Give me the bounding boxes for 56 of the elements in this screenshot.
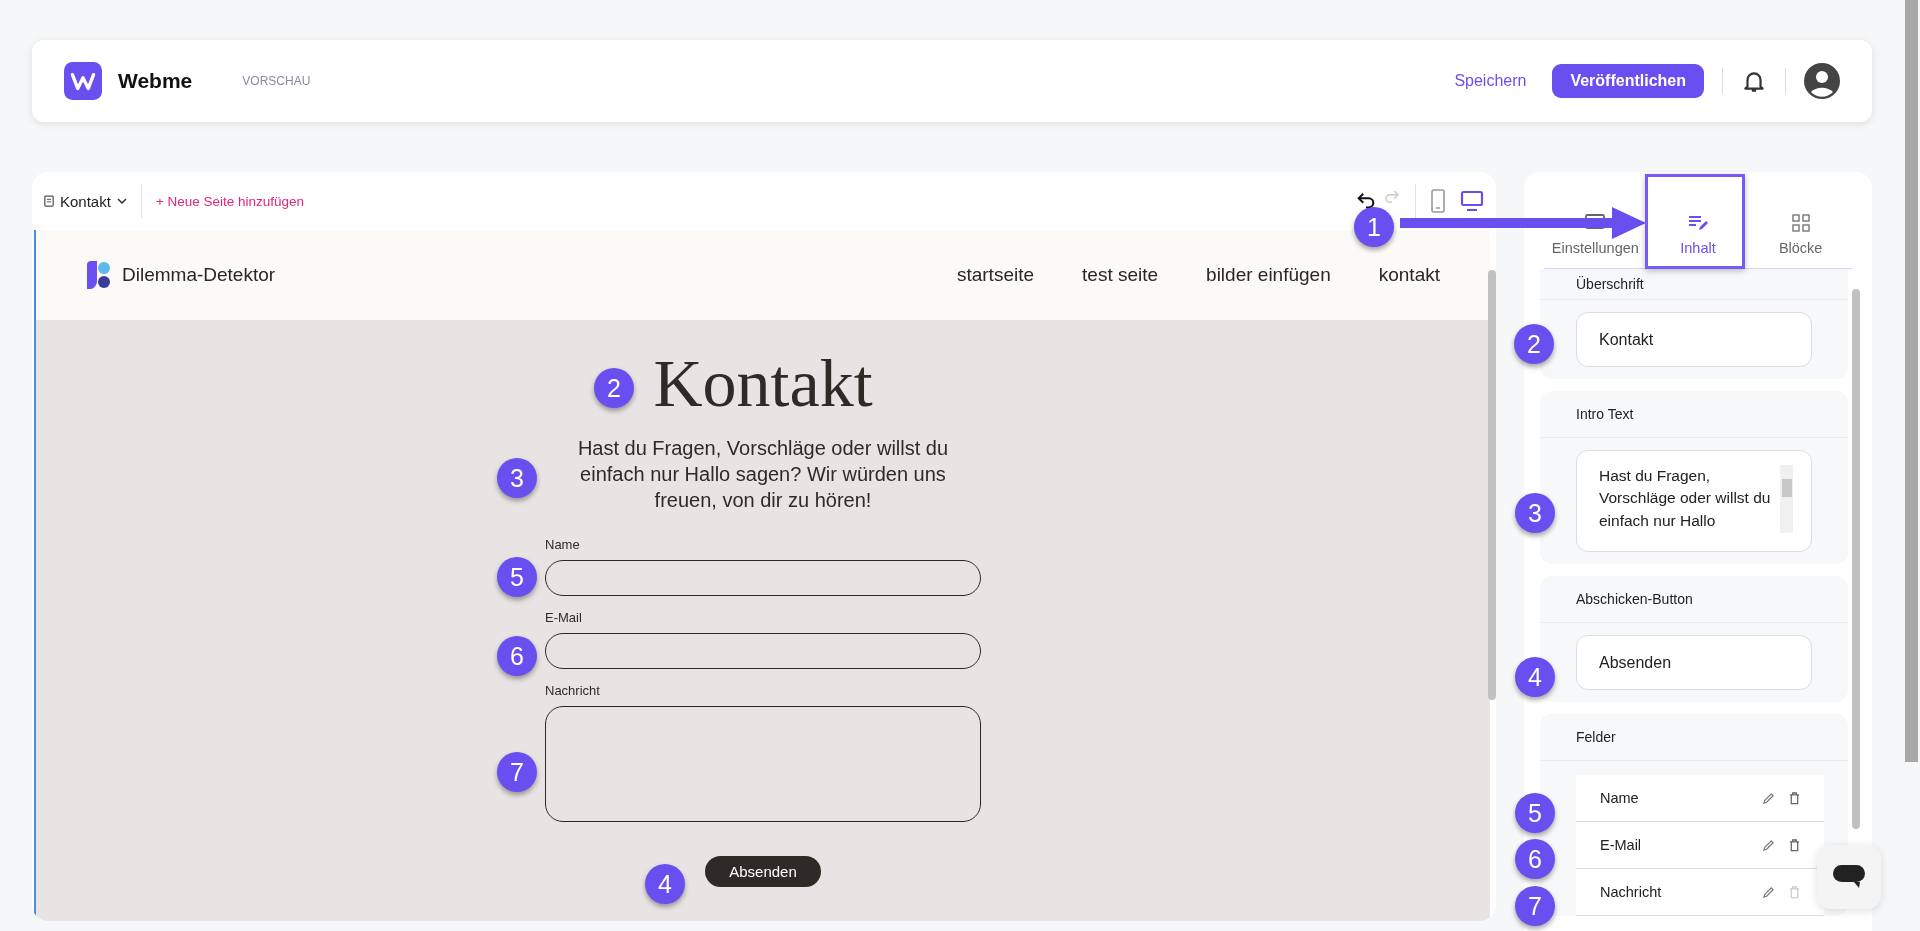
section-title: Abschicken-Button	[1576, 591, 1693, 607]
brand-name: Webme	[118, 69, 193, 93]
section-title: Intro Text	[1576, 406, 1634, 422]
text-field[interactable]	[545, 632, 981, 669]
number-badge: 2	[1514, 324, 1554, 364]
number-badge: 4	[1515, 657, 1555, 697]
text-area[interactable]: Hast du Fragen, Vorschläge oder willst du einfach nur Hallo	[1576, 450, 1812, 552]
mode-label: VORSCHAU	[242, 74, 311, 88]
number-badge: 6	[1515, 839, 1555, 879]
number-badge: 7	[1515, 886, 1555, 926]
text-field[interactable]: Absenden	[1576, 635, 1812, 690]
page-selector[interactable]: Kontakt	[44, 192, 127, 210]
panel-tab[interactable]: Blöcke	[1749, 172, 1852, 268]
desktop-view-icon[interactable]	[1460, 190, 1484, 212]
number-badge: 5	[1515, 793, 1555, 833]
logo-icon	[64, 62, 102, 100]
submit-button[interactable]: Absenden	[705, 855, 821, 887]
field-row[interactable]: Nachricht	[1576, 869, 1824, 916]
site-name: Dilemma-Detektor	[122, 264, 276, 286]
scrollbar[interactable]	[1852, 289, 1860, 829]
edit-list-icon	[1688, 214, 1708, 232]
chevron-down-icon	[116, 198, 127, 204]
trash-icon[interactable]	[1789, 838, 1800, 852]
add-page-link[interactable]: + Neue Seite hinzufügen	[155, 193, 305, 209]
field-label: Nachricht	[545, 682, 601, 698]
field-row[interactable]: E-Mail	[1576, 822, 1824, 869]
nav-link[interactable]: kontakt	[1378, 264, 1440, 286]
trash-icon[interactable]	[1789, 791, 1800, 805]
grid-icon	[1791, 214, 1810, 232]
site-logo-icon	[84, 261, 112, 289]
field-label: Name	[545, 536, 581, 552]
edit-icon[interactable]	[1762, 838, 1775, 852]
text-field[interactable]	[545, 559, 981, 596]
page-heading: Kontakt	[653, 346, 873, 421]
field-row[interactable]: Name	[1576, 775, 1824, 822]
user-avatar-icon[interactable]	[1804, 63, 1840, 99]
nav-link[interactable]: test seite	[1082, 264, 1159, 286]
publish-button[interactable]: Veröffentlichen	[1552, 64, 1704, 98]
number-badge: 3	[1515, 493, 1555, 533]
save-button[interactable]: Speichern	[1454, 72, 1527, 90]
mobile-view-icon[interactable]	[1430, 189, 1446, 213]
chat-button[interactable]	[1817, 845, 1881, 909]
nav-link[interactable]: bilder einfügen	[1206, 264, 1331, 286]
scrollbar[interactable]	[1905, 0, 1918, 762]
section-title: Überschrift	[1576, 276, 1644, 292]
page-icon	[44, 195, 54, 207]
scrollbar[interactable]	[1488, 270, 1496, 700]
section-title: Felder	[1576, 729, 1616, 745]
intro-text: Hast du Fragen, Vorschläge oder willst du einfach nur Hallo sagen? Wir würden uns freuen, von dir zu hören!	[576, 435, 950, 513]
field-label: E-Mail	[545, 609, 583, 625]
edit-icon[interactable]	[1762, 885, 1775, 899]
panel-tab[interactable]: Inhalt	[1646, 172, 1750, 268]
nav-link[interactable]: startseite	[956, 264, 1035, 286]
message-field[interactable]	[545, 705, 981, 822]
text-field[interactable]: Kontakt	[1576, 312, 1812, 367]
edit-icon[interactable]	[1762, 791, 1775, 805]
